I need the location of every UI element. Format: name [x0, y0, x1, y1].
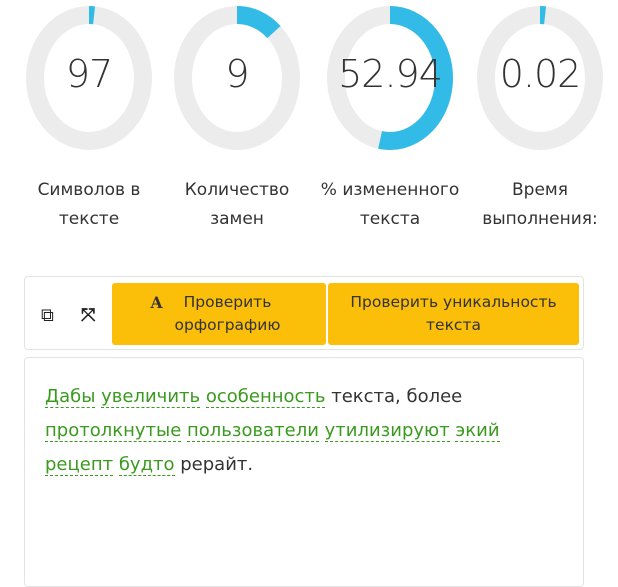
- text-segment: [319, 420, 325, 441]
- text-editor[interactable]: Дабы увеличить особенность текста, более…: [24, 357, 584, 587]
- stat-3: 0.02Время выполнения:: [465, 0, 615, 156]
- toolbar: ⧉ ⤧ A Проверить орфографию Проверить уни…: [24, 276, 584, 350]
- changed-word[interactable]: увеличить: [101, 386, 200, 408]
- check-spelling-label: Проверить орфографию: [167, 291, 287, 337]
- changed-word[interactable]: будто: [119, 454, 175, 476]
- stat-value: 9: [162, 52, 312, 96]
- stat-1: 9Количество замен: [162, 0, 312, 156]
- check-uniqueness-label: Проверить уникальность текста: [339, 291, 569, 337]
- stat-value: 97: [14, 52, 164, 96]
- changed-word[interactable]: протолкнутые: [45, 420, 181, 442]
- copy-icon[interactable]: ⧉: [41, 305, 54, 326]
- stat-label: Символов в тексте: [14, 176, 164, 234]
- stat-2: 52.94% измененного текста: [315, 0, 465, 156]
- text-segment: рерайт.: [175, 454, 254, 475]
- changed-word[interactable]: утилизируют: [325, 420, 450, 442]
- changed-word[interactable]: Дабы: [45, 386, 95, 408]
- stat-value: 52.94: [315, 52, 465, 96]
- stat-label: % измененного текста: [315, 176, 465, 234]
- stat-label: Количество замен: [162, 176, 312, 234]
- text-segment: текста, более: [325, 386, 462, 407]
- changed-word[interactable]: пользователи: [187, 420, 319, 442]
- changed-word[interactable]: рецепт: [45, 454, 113, 476]
- expand-icon[interactable]: ⤧: [81, 305, 95, 326]
- changed-word[interactable]: особенность: [206, 386, 326, 408]
- text-segment: [113, 454, 119, 475]
- ring-fill: [237, 15, 274, 32]
- changed-word[interactable]: экий: [455, 420, 499, 442]
- check-uniqueness-button[interactable]: Проверить уникальность текста: [328, 283, 579, 345]
- stat-value: 0.02: [465, 52, 615, 96]
- font-icon: A: [151, 293, 163, 312]
- stat-0: 97Символов в тексте: [14, 0, 164, 156]
- stat-label: Время выполнения:: [465, 176, 615, 234]
- check-spelling-button[interactable]: A Проверить орфографию: [112, 283, 326, 345]
- text-segment: [200, 386, 206, 407]
